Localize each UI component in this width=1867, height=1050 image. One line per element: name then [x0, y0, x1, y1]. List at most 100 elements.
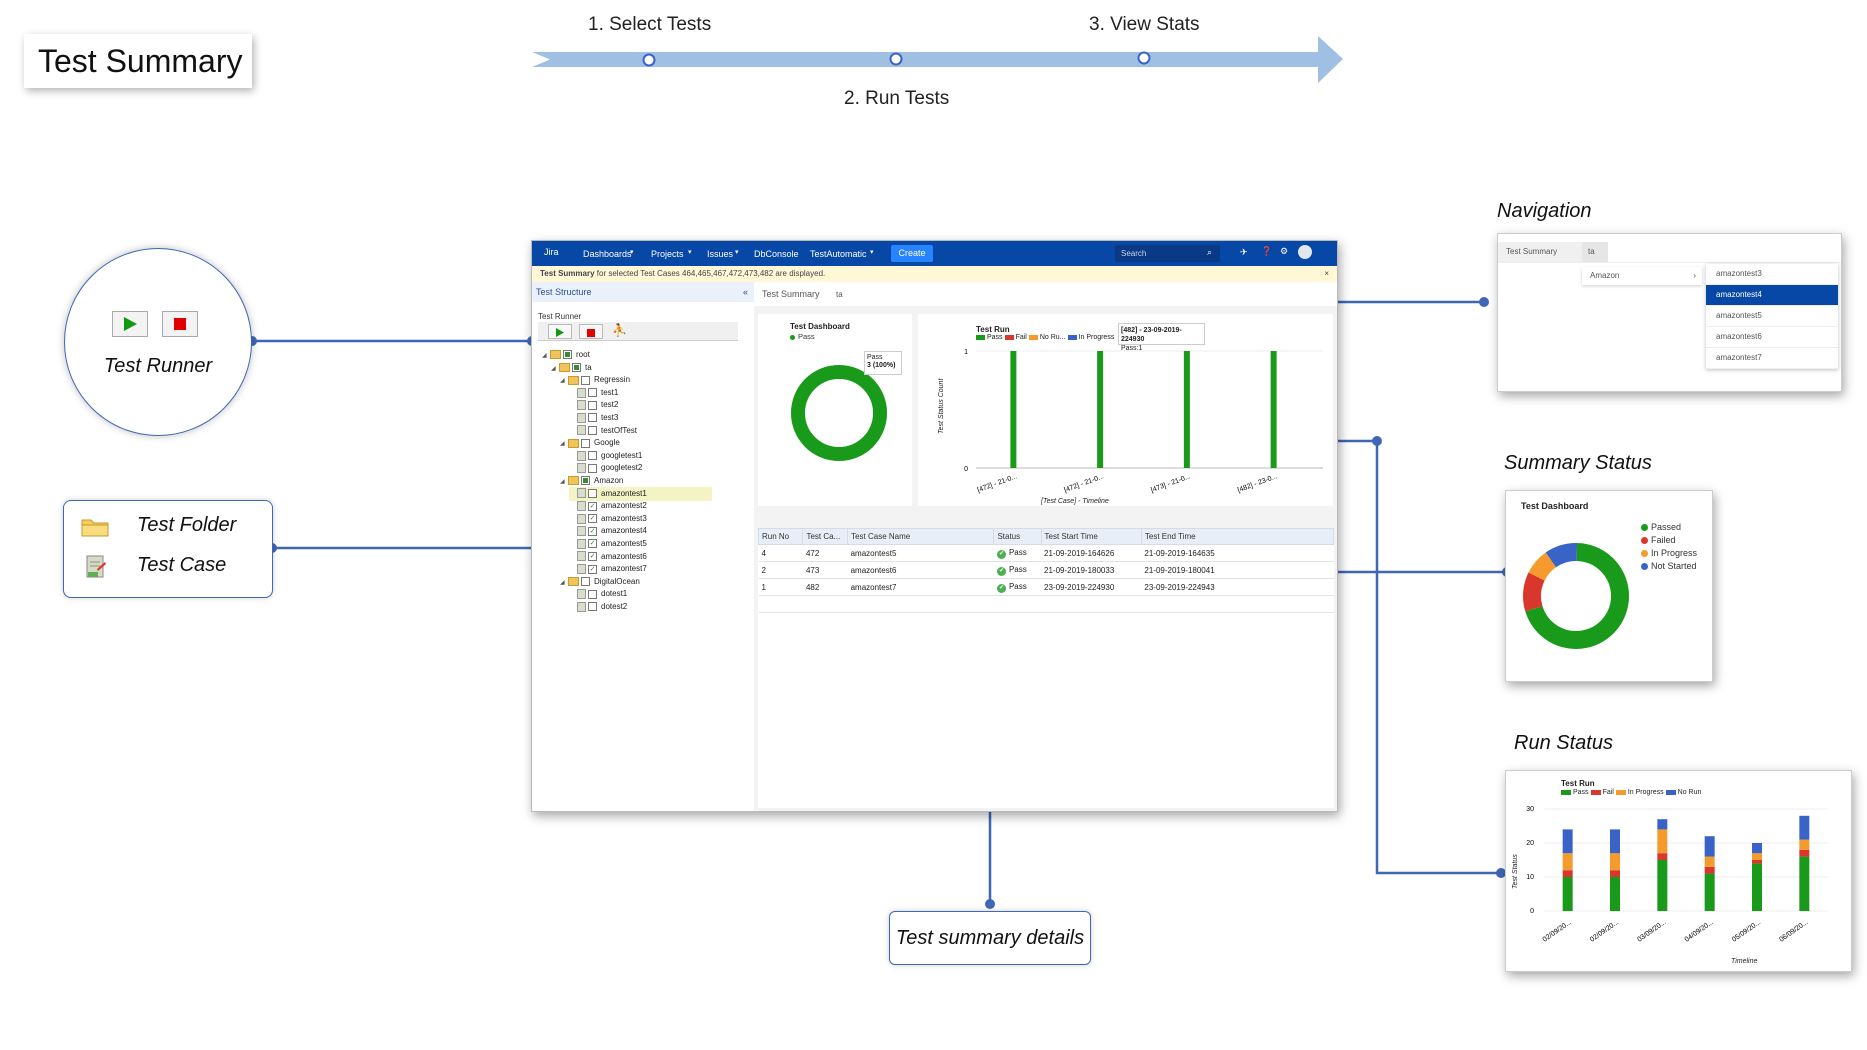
tree-checkbox[interactable]: ✓: [588, 539, 597, 549]
nav-issues[interactable]: Issues: [707, 249, 733, 259]
nav-breadcrumb-ta[interactable]: ta: [1582, 242, 1608, 262]
tree-legend-callout: Test Folder Test Case: [63, 500, 273, 598]
run-button[interactable]: [548, 324, 572, 339]
test-case-icon: [577, 450, 586, 461]
tree-checkbox[interactable]: [572, 362, 581, 372]
breadcrumb-test-summary[interactable]: Test Summary: [754, 289, 820, 299]
tree-checkbox[interactable]: [581, 438, 590, 448]
table-cell-text: 21-09-2019-180033: [1044, 565, 1115, 575]
tree-checkbox[interactable]: [588, 463, 597, 473]
bar-no-run: [1799, 815, 1810, 840]
stop-icon: [587, 329, 595, 337]
search-icon[interactable]: ⌕: [1207, 247, 1212, 258]
nav-dashboards[interactable]: Dashboards: [583, 249, 632, 259]
test-case-icon: [577, 488, 586, 499]
folder-icon: [568, 438, 579, 448]
tree-checkbox[interactable]: ✓: [588, 501, 597, 511]
gear-icon[interactable]: ⚙: [1280, 246, 1288, 257]
nav-submenu-item[interactable]: amazontest3: [1706, 264, 1838, 285]
search-input[interactable]: Search: [1115, 245, 1220, 262]
bar-fail: [1562, 870, 1573, 877]
jira-logo[interactable]: Jira: [544, 247, 559, 257]
dashboard-tooltip: Pass 3 (100%): [864, 351, 902, 375]
expand-toggle-icon[interactable]: ◢: [560, 576, 568, 590]
stop-button[interactable]: [579, 324, 603, 339]
collapse-panel-icon[interactable]: «: [743, 282, 748, 302]
column-header[interactable]: Run No: [757, 528, 804, 545]
tree-checkbox[interactable]: [581, 577, 590, 587]
bar-fail: [1704, 866, 1715, 874]
summary-content: Test Summary ta Test Dashboard Pass Pass…: [754, 282, 1337, 811]
run-button[interactable]: [112, 311, 148, 337]
tree-checkbox[interactable]: [588, 488, 597, 498]
bar-in-progress: [1657, 829, 1668, 854]
nav-dbconsole[interactable]: DbConsole: [754, 249, 799, 259]
tree-checkbox[interactable]: [588, 425, 597, 435]
expand-toggle-icon[interactable]: ◢: [560, 475, 568, 489]
bar-pass: [1752, 863, 1762, 911]
tree-checkbox[interactable]: [588, 451, 597, 461]
tree-checkbox[interactable]: [588, 413, 597, 423]
table-cell: ✔ Pass: [993, 544, 1041, 562]
expand-toggle-icon[interactable]: ◢: [551, 362, 559, 376]
y-tick-label: 20: [1526, 840, 1534, 847]
table-row[interactable]: 4 472 amazontest5 ✔ Pass 21-09-2019-164626 21-…: [758, 544, 1334, 562]
tree-item-label: amazontest1: [601, 488, 647, 498]
column-header[interactable]: Test Start Time: [1040, 528, 1142, 545]
close-icon[interactable]: ×: [1324, 266, 1329, 282]
table-cell: [847, 595, 994, 613]
nav-projects[interactable]: Projects: [651, 249, 684, 259]
column-header[interactable]: Status: [993, 528, 1042, 545]
stop-button[interactable]: [162, 311, 198, 337]
test-case-icon: [577, 513, 586, 524]
avatar[interactable]: [1298, 245, 1312, 259]
tree-checkbox[interactable]: [581, 375, 590, 385]
table-cell: [1141, 595, 1334, 613]
run-status-screenshot: Test Run Pass Fail In Progress No Run Te…: [1505, 770, 1852, 972]
tree-checkbox[interactable]: ✓: [588, 526, 597, 536]
breadcrumb-ta[interactable]: ta: [822, 290, 843, 299]
column-header[interactable]: Test Case Name: [847, 528, 995, 545]
summary-status-screenshot: Test Dashboard Passed Failed In Progress…: [1505, 490, 1713, 682]
x-tick-label: 02/09/20...: [1542, 919, 1573, 944]
tree-item-label: amazontest4: [601, 526, 647, 536]
tree-checkbox[interactable]: [563, 350, 572, 360]
run-status-label: Run Status: [1514, 732, 1613, 754]
column-header[interactable]: Test Ca...: [802, 528, 849, 545]
y-tick-label: 10: [1526, 874, 1534, 881]
help-icon[interactable]: ❓: [1261, 246, 1272, 257]
notification-icon[interactable]: ✈: [1240, 247, 1248, 258]
tree-checkbox[interactable]: ✓: [588, 551, 597, 561]
nav-submenu-item[interactable]: amazontest5: [1706, 306, 1838, 327]
tree-checkbox[interactable]: ✓: [588, 564, 597, 574]
tree-checkbox[interactable]: [588, 400, 597, 410]
runner-title: Test Runner: [538, 312, 582, 321]
tree-checkbox[interactable]: [588, 589, 597, 599]
nav-submenu-item[interactable]: amazontest7: [1706, 348, 1838, 369]
nav-testautomatic[interactable]: TestAutomatic: [810, 249, 867, 259]
tree-test-case[interactable]: dotest2: [569, 600, 627, 614]
expand-toggle-icon[interactable]: ◢: [560, 437, 568, 451]
table-row[interactable]: 2 473 amazontest6 ✔ Pass 21-09-2019-180033 21-…: [758, 561, 1334, 579]
tree-item-label: Amazon: [594, 476, 624, 485]
tree-checkbox[interactable]: ✓: [588, 514, 597, 524]
chevron-down-icon: ▾: [735, 249, 739, 256]
results-table: Run No Test Ca... Test Case Name Status Test…: [757, 528, 1335, 613]
nav-breadcrumb-test-summary[interactable]: Test Summary: [1498, 242, 1582, 262]
tree-checkbox[interactable]: [581, 476, 590, 486]
nav-menu-amazon[interactable]: Amazon ›: [1582, 267, 1702, 285]
table-row[interactable]: 1 482 amazontest7 ✔ Pass 23-09-2019-224930 23-…: [758, 578, 1334, 596]
jira-test-summary-screenshot: Jira Dashboards Projects Issues DbConsol…: [531, 240, 1338, 812]
table-cell: 21-09-2019-164626: [1041, 544, 1142, 562]
expand-toggle-icon[interactable]: ◢: [542, 349, 550, 363]
expand-toggle-icon[interactable]: ◢: [560, 374, 568, 388]
column-header[interactable]: Test End Time: [1140, 528, 1335, 545]
create-button[interactable]: Create: [891, 245, 933, 262]
tree-checkbox[interactable]: [588, 388, 597, 398]
pass-status-icon: ✔: [996, 566, 1006, 576]
tree-checkbox[interactable]: [588, 602, 597, 612]
table-cell: amazontest6: [847, 561, 994, 579]
nav-submenu-item[interactable]: amazontest4: [1706, 285, 1838, 306]
nav-submenu-item[interactable]: amazontest6: [1706, 327, 1838, 348]
run-all-icon[interactable]: ⛹: [612, 323, 627, 337]
